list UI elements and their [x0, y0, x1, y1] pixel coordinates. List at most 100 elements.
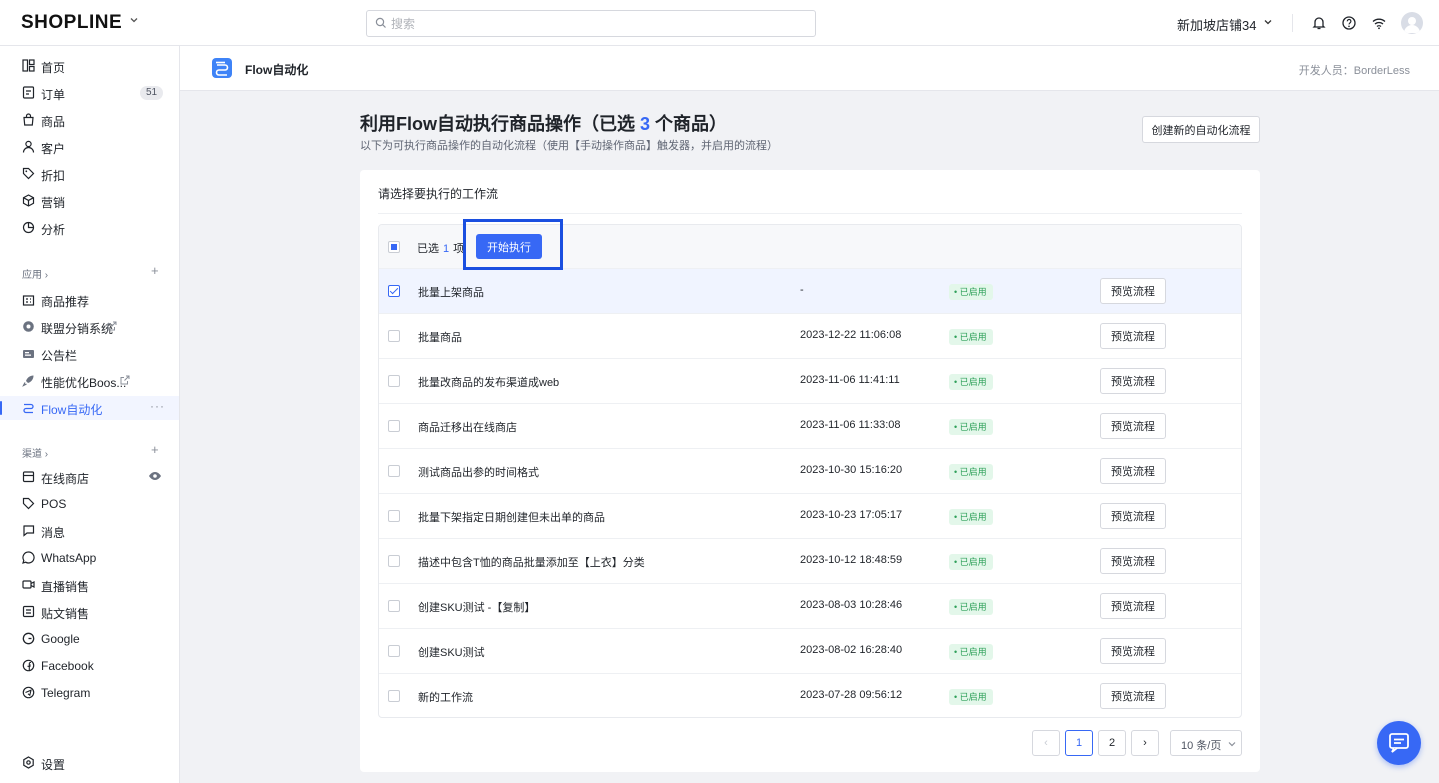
- avatar[interactable]: [1401, 12, 1423, 34]
- workflow-name: 批量上架商品: [418, 287, 484, 299]
- store-switcher[interactable]: 新加坡店铺34: [1177, 15, 1256, 34]
- table-row[interactable]: 批量上架商品 - • 已启用 预览流程: [379, 269, 1241, 314]
- sidebar-item-whatsapp[interactable]: WhatsApp: [0, 546, 179, 570]
- preview-flow-button[interactable]: 预览流程: [1100, 593, 1166, 619]
- workflow-date: 2023-10-23 17:05:17: [800, 509, 903, 521]
- sidebar-item-flow[interactable]: Flow自动化 ···: [0, 396, 179, 420]
- prev-page-button[interactable]: ‹: [1032, 730, 1060, 756]
- search-icon: [375, 17, 386, 28]
- page-header: Flow自动化 开发人员：BorderLess: [180, 46, 1439, 91]
- row-checkbox[interactable]: [388, 600, 400, 612]
- sidebar-item-google[interactable]: Google: [0, 627, 179, 651]
- search-box[interactable]: [366, 10, 816, 37]
- add-channel-icon[interactable]: +: [151, 442, 159, 457]
- row-checkbox[interactable]: [388, 420, 400, 432]
- row-checkbox[interactable]: [388, 330, 400, 342]
- preview-flow-button[interactable]: 预览流程: [1100, 638, 1166, 664]
- divider: [378, 213, 1242, 214]
- table-row[interactable]: 描述中包含T恤的商品批量添加至【上衣】分类 2023-10-12 18:48:59…: [379, 539, 1241, 584]
- sidebar-item-online-store[interactable]: 在线商店: [0, 465, 179, 489]
- sidebar-item-messages[interactable]: 消息: [0, 519, 179, 543]
- workflow-date: 2023-12-22 11:06:08: [800, 329, 902, 341]
- preview-flow-button[interactable]: 预览流程: [1100, 368, 1166, 394]
- apps-section-title[interactable]: 应用 ›: [22, 266, 48, 281]
- sidebar-item-pos[interactable]: POS: [0, 492, 179, 516]
- preview-flow-button[interactable]: 预览流程: [1100, 503, 1166, 529]
- help-icon[interactable]: [1341, 15, 1357, 31]
- table-row[interactable]: 商品迁移出在线商店 2023-11-06 11:33:08 • 已启用 预览流程: [379, 404, 1241, 449]
- sidebar-item-facebook[interactable]: Facebook: [0, 654, 179, 678]
- row-checkbox[interactable]: [388, 375, 400, 387]
- sidebar-item-product-recommend[interactable]: 商品推荐: [0, 288, 179, 312]
- card-title: 请选择要执行的工作流: [378, 187, 499, 201]
- grid-icon: [22, 59, 35, 72]
- table-row[interactable]: 创建SKU测试 2023-08-02 16:28:40 • 已启用 预览流程: [379, 629, 1241, 674]
- workflow-date: 2023-08-03 10:28:46: [800, 599, 903, 611]
- add-app-icon[interactable]: +: [151, 263, 159, 278]
- channels-section-title[interactable]: 渠道 ›: [22, 445, 48, 460]
- sidebar-item-customers[interactable]: 客户: [0, 135, 179, 159]
- workflow-date: 2023-07-28 09:56:12: [800, 689, 903, 701]
- page-button-1[interactable]: 1: [1065, 730, 1093, 756]
- sidebar-item-label: 商品: [41, 115, 66, 129]
- preview-flow-button[interactable]: 预览流程: [1100, 683, 1166, 709]
- table-row[interactable]: 批量下架指定日期创建但未出单的商品 2023-10-23 17:05:17 • 已启…: [379, 494, 1241, 539]
- workflow-name: 创建SKU测试 -【复制】: [418, 602, 536, 614]
- row-checkbox[interactable]: [388, 510, 400, 522]
- bell-icon[interactable]: [1311, 15, 1327, 31]
- search-input[interactable]: [391, 15, 791, 33]
- chevron-down-icon[interactable]: [1262, 16, 1274, 28]
- shopline-logo[interactable]: SHOPLINE: [21, 12, 122, 34]
- table-row[interactable]: 批量改商品的发布渠道成web 2023-11-06 11:41:11 • 已启用 预览…: [379, 359, 1241, 404]
- sidebar-item-label: Flow自动化: [41, 403, 103, 417]
- gear-icon: [23, 756, 34, 769]
- sidebar-item-orders[interactable]: 订单 51: [0, 81, 179, 105]
- sidebar-item-affiliate[interactable]: 联盟分销系统: [0, 315, 179, 339]
- row-checkbox[interactable]: [388, 285, 400, 297]
- status-badge: • 已启用: [949, 464, 993, 480]
- sidebar-item-label: 订单: [41, 88, 66, 102]
- chevron-down-icon[interactable]: [128, 14, 140, 26]
- page-size-select[interactable]: 10 条/页: [1170, 730, 1242, 756]
- sidebar-item-announcement[interactable]: 公告栏: [0, 342, 179, 366]
- start-execution-button[interactable]: 开始执行: [476, 234, 542, 259]
- preview-flow-button[interactable]: 预览流程: [1100, 278, 1166, 304]
- preview-flow-button[interactable]: 预览流程: [1100, 548, 1166, 574]
- table-row[interactable]: 创建SKU测试 -【复制】 2023-08-03 10:28:46 • 已启用 预览流…: [379, 584, 1241, 629]
- eye-icon[interactable]: [148, 470, 162, 482]
- sidebar-item-discounts[interactable]: 折扣: [0, 162, 179, 186]
- status-badge: • 已启用: [949, 554, 993, 570]
- wifi-icon[interactable]: [1371, 15, 1387, 31]
- page-button-2[interactable]: 2: [1098, 730, 1126, 756]
- sidebar-item-booster[interactable]: 性能优化Boos...: [0, 369, 179, 393]
- preview-flow-button[interactable]: 预览流程: [1100, 413, 1166, 439]
- page-subtitle: 以下为可执行商品操作的自动化流程（使用【手动操作商品】触发器，并启用的流程）: [360, 140, 778, 152]
- sidebar-item-live[interactable]: 直播销售: [0, 573, 179, 597]
- more-icon[interactable]: ···: [150, 399, 165, 413]
- next-page-button[interactable]: ›: [1131, 730, 1159, 756]
- sidebar-item-label: 性能优化Boos...: [41, 376, 127, 390]
- row-checkbox[interactable]: [388, 690, 400, 702]
- row-checkbox[interactable]: [388, 555, 400, 567]
- sidebar-item-analytics[interactable]: 分析: [0, 216, 179, 240]
- select-all-checkbox[interactable]: [388, 241, 400, 253]
- create-flow-button[interactable]: 创建新的自动化流程: [1142, 116, 1260, 143]
- live-icon: [22, 580, 35, 589]
- sidebar-item-marketing[interactable]: 营销: [0, 189, 179, 213]
- preview-flow-button[interactable]: 预览流程: [1100, 323, 1166, 349]
- row-checkbox[interactable]: [388, 465, 400, 477]
- sidebar-item-telegram[interactable]: Telegram: [0, 681, 179, 705]
- sidebar-item-settings[interactable]: 设置: [0, 751, 179, 775]
- sidebar-item-products[interactable]: 商品: [0, 108, 179, 132]
- workflow-date: 2023-11-06 11:33:08: [800, 419, 901, 431]
- chat-button[interactable]: [1377, 721, 1421, 765]
- sidebar-item-home[interactable]: 首页: [0, 54, 179, 78]
- row-checkbox[interactable]: [388, 645, 400, 657]
- table-row[interactable]: 批量商品 2023-12-22 11:06:08 • 已启用 预览流程: [379, 314, 1241, 359]
- table-row[interactable]: 新的工作流 2023-07-28 09:56:12 • 已启用 预览流程: [379, 674, 1241, 717]
- sidebar-item-posts[interactable]: 贴文销售: [0, 600, 179, 624]
- tag-icon: [22, 167, 35, 180]
- table-row[interactable]: 测试商品出参的时间格式 2023-10-30 15:16:20 • 已启用 预览流程: [379, 449, 1241, 494]
- flow-icon: [23, 403, 34, 414]
- preview-flow-button[interactable]: 预览流程: [1100, 458, 1166, 484]
